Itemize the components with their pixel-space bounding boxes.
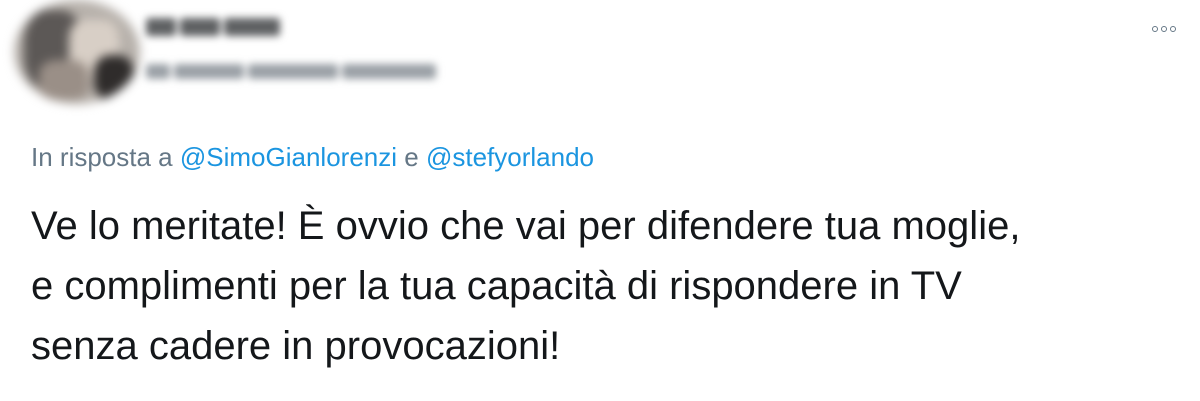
author-avatar[interactable]: [14, 0, 140, 104]
tweet-text-line: senza cadere in provocazioni!: [31, 324, 561, 368]
reply-prefix: In risposta a: [31, 142, 173, 172]
author-name-redacted[interactable]: [146, 14, 282, 40]
tweet-text: Ve lo meritate! È ovvio che vai per dife…: [31, 196, 1191, 376]
reply-context: In risposta a @SimoGianlorenzi e @stefyo…: [31, 140, 594, 174]
reply-joiner: e: [404, 142, 419, 172]
tweet-text-line: Ve lo meritate! È ovvio che vai per dife…: [31, 204, 1021, 248]
tweet-text-line: e complimenti per la tua capacità di ris…: [31, 264, 962, 308]
more-options-icon: [1152, 26, 1158, 32]
more-options-button[interactable]: [1144, 18, 1184, 40]
tweet-card: In risposta a @SimoGianlorenzi e @stefyo…: [0, 0, 1200, 401]
mention-link-1[interactable]: @SimoGianlorenzi: [180, 142, 397, 172]
mention-link-2[interactable]: @stefyorlando: [426, 142, 594, 172]
author-handle-redacted[interactable]: [146, 60, 438, 84]
